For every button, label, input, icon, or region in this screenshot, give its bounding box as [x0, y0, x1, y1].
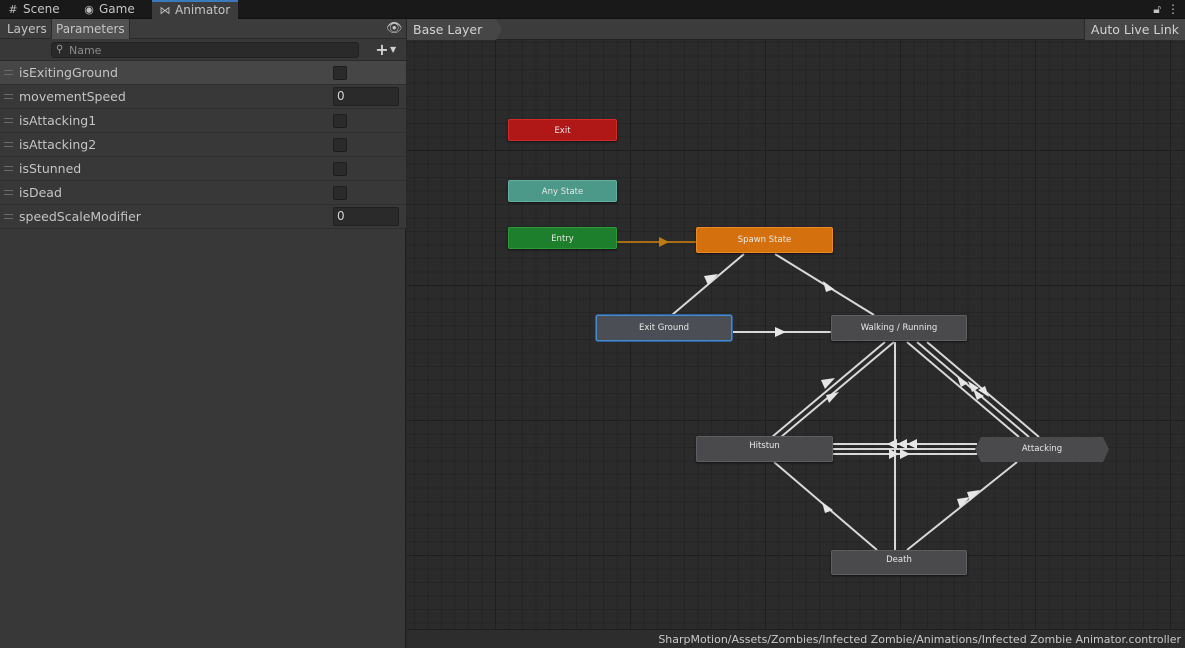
tab-parameters[interactable]: Parameters [51, 19, 130, 39]
arrow-icon [704, 274, 718, 285]
auto-live-link-button[interactable]: Auto Live Link [1083, 19, 1185, 40]
parameter-row[interactable]: isAttacking1 [0, 109, 406, 133]
arrow-icon [887, 439, 897, 449]
status-bar: SharpMotion/Assets/Zombies/Infected Zomb… [407, 629, 1185, 648]
parameter-row[interactable]: isAttacking2 [0, 133, 406, 157]
tab-animator-label: Animator [175, 3, 231, 17]
tab-layers[interactable]: Layers [3, 19, 51, 39]
drag-handle-icon[interactable] [4, 70, 13, 75]
drag-handle-icon[interactable] [4, 142, 13, 147]
tab-scene[interactable]: # Scene [0, 0, 68, 19]
arrow-icon [775, 327, 786, 337]
drag-handle-icon[interactable] [4, 118, 13, 123]
controller-path: SharpMotion/Assets/Zombies/Infected Zomb… [658, 633, 1181, 646]
animator-icon: ⋈ [159, 4, 171, 17]
arrow-icon [957, 497, 970, 508]
parameter-name: isAttacking2 [19, 137, 97, 152]
state-death[interactable]: Death [831, 550, 967, 575]
search-box: ⚲ [51, 42, 359, 58]
arrow-icon [821, 378, 835, 389]
drag-handle-icon[interactable] [4, 214, 13, 219]
transition-hitstun-walking[interactable] [780, 341, 895, 438]
arrow-icon [659, 237, 669, 247]
arrow-icon [900, 449, 910, 459]
state-any-state[interactable]: Any State [508, 180, 617, 202]
parameter-checkbox[interactable] [333, 66, 347, 80]
parameter-checkbox[interactable] [333, 162, 347, 176]
lock-icon[interactable]: 🔓︎ [1153, 2, 1161, 16]
eye-icon[interactable]: 👁︎ [386, 21, 403, 37]
state-entry[interactable]: Entry [508, 227, 617, 249]
drag-handle-icon[interactable] [4, 190, 13, 195]
arrow-icon [826, 392, 839, 403]
parameters-toolbar: ⚲ +▼ [0, 39, 406, 61]
parameter-name: isExitingGround [19, 65, 118, 80]
gamepad-icon: ◉ [84, 3, 94, 16]
grid-icon: # [8, 3, 18, 16]
parameter-list: isExitingGround movementSpeed 0 isAttack… [0, 61, 406, 229]
parameter-row[interactable]: speedScaleModifier 0 [0, 205, 406, 229]
parameter-checkbox[interactable] [333, 114, 347, 128]
parameter-name: speedScaleModifier [19, 209, 141, 224]
drag-handle-icon[interactable] [4, 166, 13, 171]
parameter-name: movementSpeed [19, 89, 126, 104]
breadcrumb-base-layer[interactable]: Base Layer [407, 19, 503, 40]
transition-attacking-death[interactable] [906, 461, 1018, 551]
state-exit[interactable]: Exit [508, 119, 617, 141]
parameter-row[interactable]: movementSpeed 0 [0, 85, 406, 109]
state-walking-running[interactable]: Walking / Running [831, 315, 967, 341]
transition-walking-hitstun[interactable] [771, 341, 886, 438]
parameter-name: isStunned [19, 161, 82, 176]
transition-walking-attacking[interactable] [906, 341, 1020, 438]
parameter-name: isAttacking1 [19, 113, 97, 128]
parameter-checkbox[interactable] [333, 186, 347, 200]
tabbar-controls: 🔓︎ ⋮ [1147, 0, 1179, 19]
tab-animator[interactable]: ⋈ Animator [152, 0, 239, 19]
arrow-icon [897, 439, 907, 449]
more-options-icon[interactable]: ⋮ [1167, 2, 1179, 16]
parameter-row[interactable]: isExitingGround [0, 61, 406, 85]
parameter-row[interactable]: isDead [0, 181, 406, 205]
search-input[interactable] [69, 43, 354, 57]
state-exit-ground[interactable]: Exit Ground [596, 315, 732, 341]
tab-game[interactable]: ◉ Game [76, 0, 143, 19]
chevron-down-icon: ▼ [390, 45, 397, 54]
plus-icon: + [375, 40, 389, 59]
search-icon: ⚲ [56, 44, 64, 55]
add-parameter-button[interactable]: +▼ [374, 40, 404, 59]
parameter-row[interactable]: isStunned [0, 157, 406, 181]
tab-game-label: Game [99, 2, 135, 16]
drag-handle-icon[interactable] [4, 94, 13, 99]
parameters-panel: Layers Parameters 👁︎ ⚲ +▼ isExitingGroun… [0, 19, 406, 648]
state-machine-graph[interactable]: Exit Any State Entry Spawn State Exit Gr… [407, 40, 1185, 629]
panel-header: Layers Parameters 👁︎ [0, 19, 406, 39]
graph-toolbar: Base Layer Auto Live Link [407, 19, 1185, 40]
state-spawn[interactable]: Spawn State [696, 227, 833, 253]
tab-scene-label: Scene [23, 2, 60, 16]
window-tab-bar: # Scene ◉ Game ⋈ Animator 🔓︎ ⋮ [0, 0, 1185, 19]
parameter-name: isDead [19, 185, 62, 200]
parameter-value-field[interactable]: 0 [333, 87, 399, 106]
parameter-checkbox[interactable] [333, 138, 347, 152]
state-attacking[interactable]: Attacking [975, 437, 1109, 462]
state-hitstun[interactable]: Hitstun [696, 436, 833, 462]
parameter-value-field[interactable]: 0 [333, 207, 399, 226]
arrow-icon [907, 439, 917, 449]
